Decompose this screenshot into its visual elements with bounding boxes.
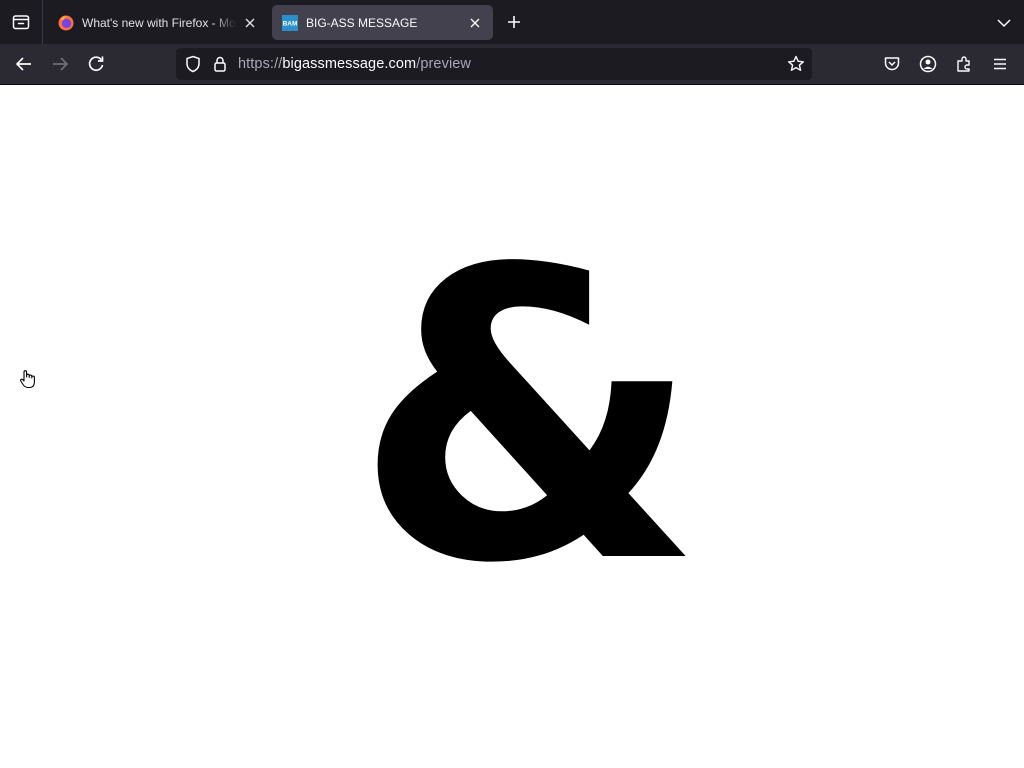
back-arrow-icon[interactable] [14, 54, 34, 74]
hand-pointer-cursor-icon [20, 370, 35, 389]
shield-icon[interactable] [183, 54, 203, 74]
lock-icon[interactable] [210, 54, 230, 74]
extensions-puzzle-icon[interactable] [954, 54, 974, 74]
navigation-toolbar: https://bigassmessage.com/preview [0, 44, 1024, 85]
favicon-text: BAM [283, 20, 298, 27]
pocket-icon[interactable] [882, 54, 902, 74]
tab-big-ass-message[interactable]: BAM BIG-ASS MESSAGE [272, 5, 493, 40]
tab-title: What's new with Firefox - More [82, 15, 236, 30]
url-path: /preview [416, 56, 471, 72]
url-scheme: https:// [238, 56, 283, 72]
plus-icon [508, 16, 520, 28]
big-message-display: & [0, 85, 1024, 768]
message-text: & [353, 185, 703, 651]
account-icon[interactable] [918, 54, 938, 74]
url-text[interactable]: https://bigassmessage.com/preview [238, 56, 471, 72]
url-host: bigassmessage.com [282, 56, 417, 72]
firefox-view-button[interactable] [0, 0, 43, 44]
new-tab-button[interactable] [503, 11, 525, 33]
close-tab-icon[interactable] [242, 15, 258, 31]
bam-favicon: BAM [282, 14, 298, 31]
list-all-tabs-button[interactable] [993, 12, 1015, 34]
firefox-view-icon [12, 15, 30, 30]
hamburger-menu-icon[interactable] [990, 54, 1010, 74]
address-bar[interactable]: https://bigassmessage.com/preview [176, 48, 812, 80]
tab-title: BIG-ASS MESSAGE [306, 15, 418, 30]
close-tab-icon[interactable] [467, 15, 483, 31]
bookmark-star-icon[interactable] [786, 54, 806, 74]
chevron-down-icon [997, 19, 1011, 28]
forward-arrow-icon[interactable] [50, 54, 70, 74]
firefox-icon [58, 15, 74, 30]
tab-bar: What's new with Firefox - More BAM BIG-A… [0, 0, 1024, 44]
reload-icon[interactable] [86, 54, 106, 74]
tab-whats-new[interactable]: What's new with Firefox - More [48, 5, 268, 40]
